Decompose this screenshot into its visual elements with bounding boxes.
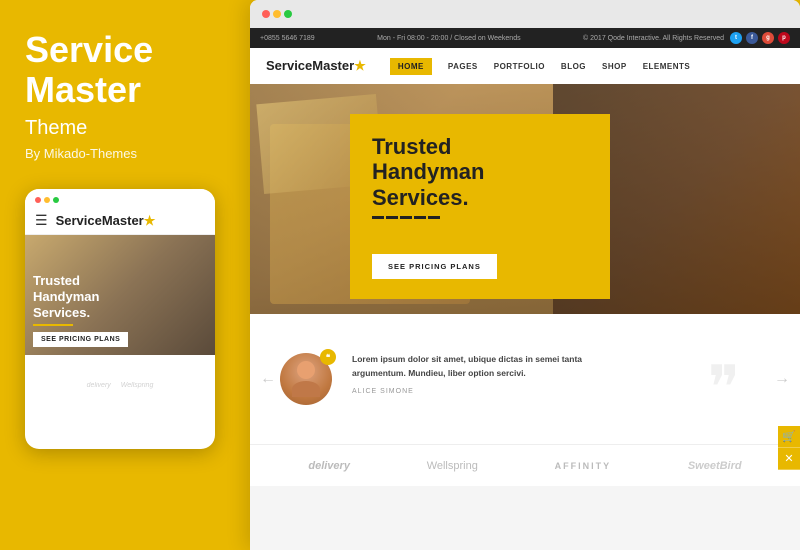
browser-dot-yellow[interactable] — [273, 10, 281, 18]
mobile-hero-divider — [33, 324, 73, 326]
browser-dot-red[interactable] — [262, 10, 270, 18]
nav-item-blog[interactable]: BLOG — [561, 62, 586, 71]
testimonial-next-arrow[interactable]: → — [774, 370, 790, 388]
browser-dots — [262, 10, 292, 18]
cart-button[interactable]: 🛒 — [778, 426, 800, 448]
hero-title: TrustedHandymanServices. — [372, 134, 588, 210]
facebook-icon[interactable]: f — [746, 32, 758, 44]
testimonial-quote-decoration: ❞ — [708, 358, 740, 418]
site-hero-section: TrustedHandymanServices. SEE PRICING PLA… — [250, 84, 800, 314]
testimonial-section: ← ❝ Lorem ipsum dolor sit amet, ubique d… — [250, 314, 800, 444]
social-icons: t f g p — [730, 32, 790, 44]
nav-item-pages[interactable]: PAGES — [448, 62, 478, 71]
brand-logo-delivery: delivery — [308, 460, 350, 472]
avatar-shoulders — [292, 381, 320, 397]
mobile-dot-red — [35, 197, 41, 203]
nav-logo-star: ★ — [354, 58, 366, 73]
mobile-brand-2: Wellspring — [121, 382, 154, 389]
avatar-face — [292, 361, 320, 397]
product-author: By Mikado-Themes — [25, 146, 215, 161]
hero-divider — [372, 216, 588, 219]
mobile-hero-title: TrustedHandymanServices. — [33, 273, 128, 320]
mobile-hero-text: TrustedHandymanServices. SEE PRICING PLA… — [33, 273, 128, 347]
site-phone: +0855 5646 7189 — [260, 35, 315, 42]
mobile-brand-logos: delivery Wellspring — [87, 382, 154, 389]
browser-chrome-bar — [250, 0, 800, 28]
browser-dot-green[interactable] — [284, 10, 292, 18]
site-logo: ServiceMaster★ — [266, 58, 366, 74]
site-copyright: © 2017 Qode Interactive. All Rights Rese… — [583, 35, 724, 42]
mobile-dot-yellow — [44, 197, 50, 203]
brand-logo-sweetbird: SweetBird — [688, 460, 742, 472]
hero-dash-4 — [414, 216, 426, 219]
left-panel: Service Master Theme By Mikado-Themes ☰ … — [0, 0, 240, 550]
testimonial-body-text: Lorem ipsum dolor sit amet, ubique dicta… — [352, 353, 632, 380]
mobile-dot-green — [53, 197, 59, 203]
mobile-logo-star: ★ — [144, 213, 156, 228]
testimonial-avatar-container: ❝ — [280, 353, 332, 405]
product-title: Service Master — [25, 30, 215, 109]
mobile-brand-1: delivery — [87, 382, 111, 389]
testimonial-prev-arrow[interactable]: ← — [260, 370, 276, 388]
brand-logo-wellspring: Wellspring — [427, 460, 478, 472]
mobile-brands-area: delivery Wellspring — [25, 355, 215, 415]
pinterest-icon[interactable]: p — [778, 32, 790, 44]
google-plus-icon[interactable]: g — [762, 32, 774, 44]
site-hours: Mon - Fri 08:00 - 20:00 / Closed on Week… — [377, 35, 520, 42]
twitter-icon[interactable]: t — [730, 32, 742, 44]
mobile-mockup: ☰ ServiceMaster★ TrustedHandymanServices… — [25, 189, 215, 449]
hero-dash-1 — [372, 216, 384, 219]
hero-card: TrustedHandymanServices. SEE PRICING PLA… — [350, 114, 610, 299]
hero-dash-3 — [400, 216, 412, 219]
topbar-right-group: © 2017 Qode Interactive. All Rights Rese… — [583, 32, 790, 44]
mobile-dots — [35, 197, 59, 203]
hero-dash-5 — [428, 216, 440, 219]
mobile-top-bar — [25, 189, 215, 207]
hero-dash-2 — [386, 216, 398, 219]
brands-section: delivery Wellspring AFFINITY SweetBird — [250, 444, 800, 486]
testimonial-content: ❝ Lorem ipsum dolor sit amet, ubique dic… — [280, 353, 770, 405]
site-navigation: ServiceMaster★ HOME PAGES PORTFOLIO BLOG… — [250, 48, 800, 84]
site-top-bar: +0855 5646 7189 Mon - Fri 08:00 - 20:00 … — [250, 28, 800, 48]
nav-item-elements[interactable]: ELEMENTS — [643, 62, 691, 71]
brand-logo-affinity: AFFINITY — [555, 461, 612, 471]
nav-item-shop[interactable]: SHOP — [602, 62, 627, 71]
mobile-site-logo: ServiceMaster★ — [56, 213, 156, 229]
nav-item-portfolio[interactable]: PORTFOLIO — [494, 62, 545, 71]
mobile-cta-button[interactable]: SEE PRICING PLANS — [33, 332, 128, 347]
wishlist-button[interactable]: ✕ — [778, 448, 800, 470]
product-subtitle: Theme — [25, 117, 215, 140]
cart-sidebar: 🛒 ✕ — [778, 426, 800, 470]
nav-item-home[interactable]: HOME — [390, 58, 432, 75]
hero-cta-button[interactable]: SEE PRICING PLANS — [372, 254, 497, 279]
avatar-head — [297, 361, 315, 379]
avatar-quote-badge: ❝ — [320, 349, 336, 365]
mobile-nav: ☰ ServiceMaster★ — [25, 207, 215, 235]
desktop-browser-mockup: +0855 5646 7189 Mon - Fri 08:00 - 20:00 … — [250, 0, 800, 550]
mobile-hero: TrustedHandymanServices. SEE PRICING PLA… — [25, 235, 215, 355]
hamburger-icon[interactable]: ☰ — [35, 212, 48, 229]
